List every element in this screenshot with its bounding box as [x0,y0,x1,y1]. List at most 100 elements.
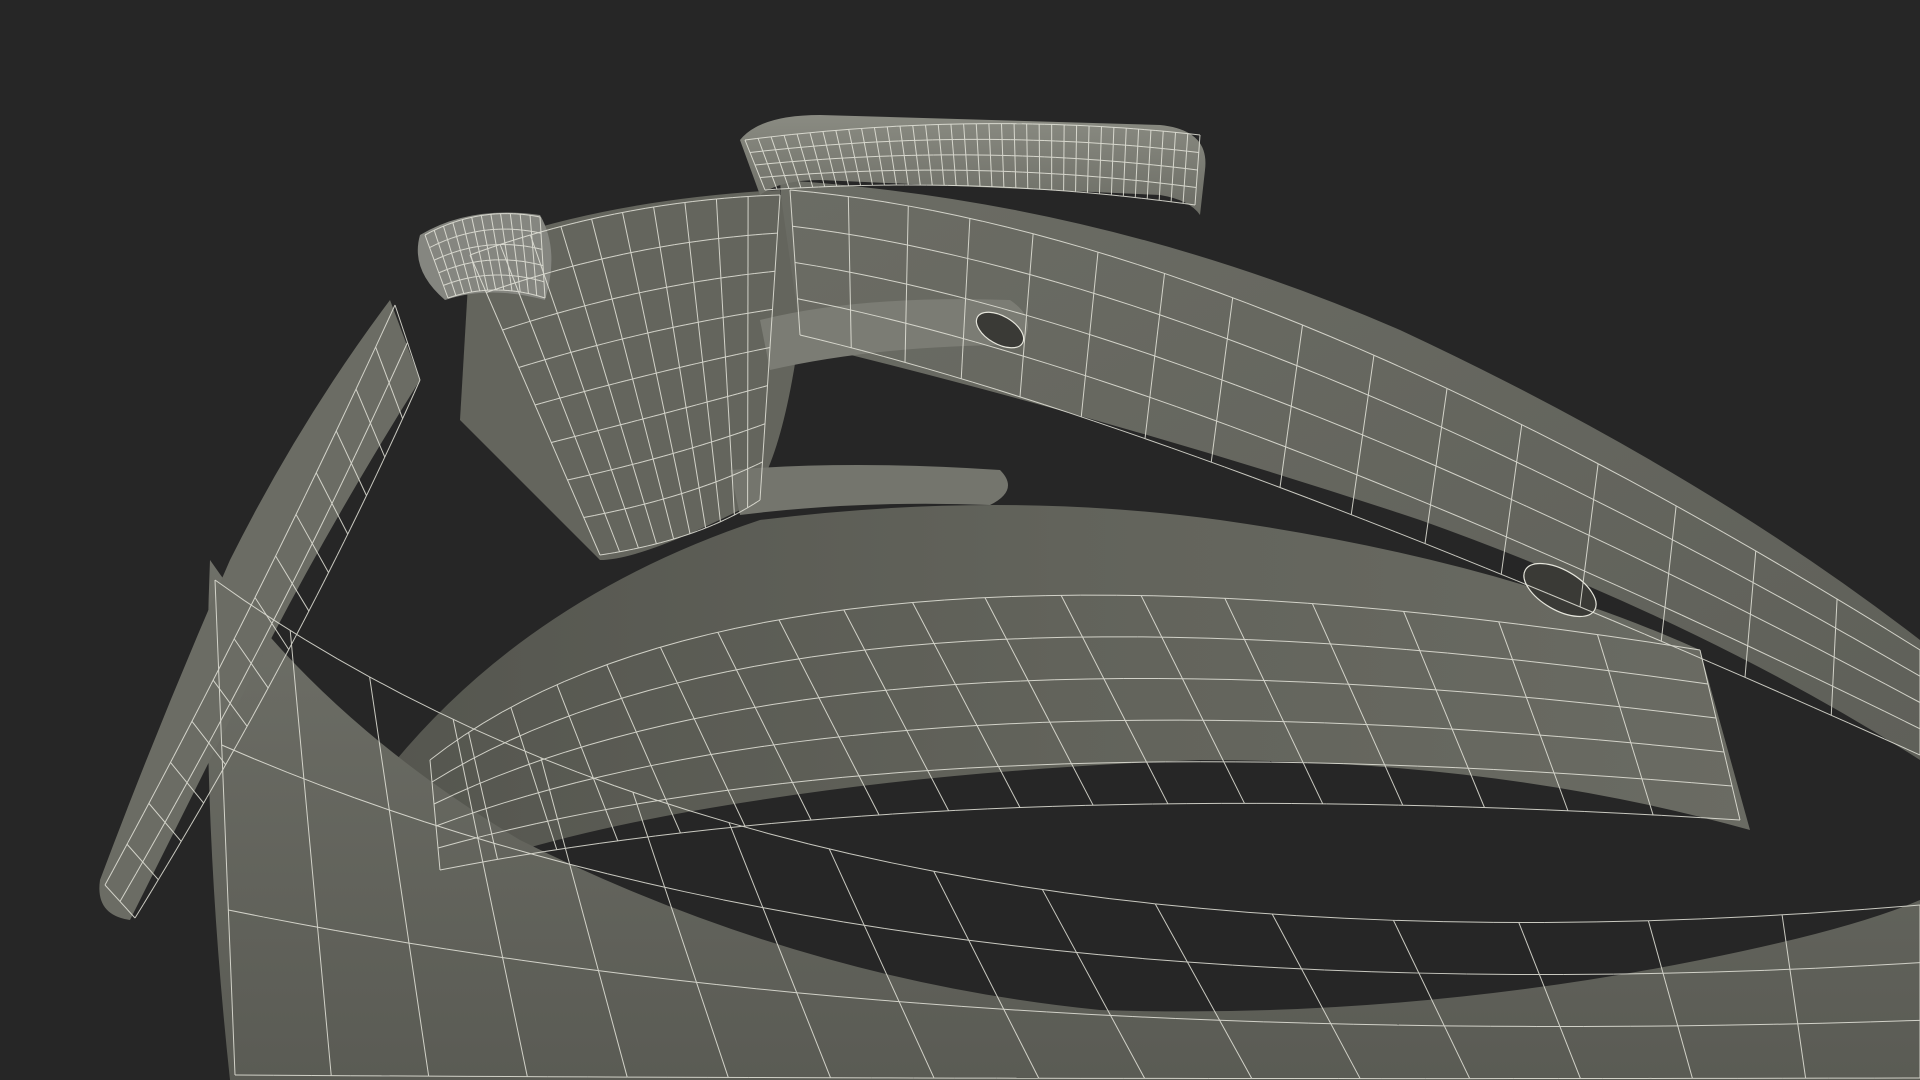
keeper-mesh-horizontal [467,232,471,234]
frame-mesh-horizontal [1022,187,1034,190]
keeper-mesh-horizontal [533,215,538,217]
plate-mesh-horizontal [740,196,749,198]
inner-mesh-horizontal [1097,761,1132,764]
keeper-mesh-horizontal [469,216,473,219]
frame-mesh-horizontal [1066,157,1078,160]
keeper-mesh-horizontal [468,247,472,249]
keeper-mesh-horizontal [539,248,543,250]
keeper-mesh-horizontal [534,263,538,265]
frame-mesh-horizontal [855,156,868,158]
keeper-mesh-horizontal [450,296,453,298]
frame-mesh-horizontal [1055,173,1067,176]
keeper-mesh-horizontal [457,294,460,296]
keeper-mesh-horizontal [539,296,543,298]
frame-mesh-horizontal [1022,171,1034,174]
frame-mesh-horizontal [884,125,897,128]
keeper-mesh-horizontal [470,231,474,234]
keeper-mesh-horizontal [532,294,536,296]
frame-mesh-horizontal [907,124,920,127]
frame-mesh-horizontal [1100,126,1112,128]
frame-mesh-horizontal [1077,141,1089,144]
keeper-mesh-horizontal [452,295,456,297]
keeper-mesh-horizontal [472,231,476,233]
keeper-mesh-horizontal [470,246,474,249]
frame-mesh-horizontal [873,126,885,129]
keeper-mesh-horizontal [462,292,465,295]
frame-mesh-horizontal [1088,142,1100,144]
keeper-mesh-horizontal [532,262,536,265]
plate-mesh-horizontal [762,233,771,235]
frame-mesh-horizontal [896,125,908,127]
frame-mesh-horizontal [1066,140,1078,143]
keeper-mesh-horizontal [535,231,539,234]
frame-mesh-horizontal [775,188,787,190]
keeper-mesh-horizontal [534,294,538,297]
keeper-mesh-horizontal [464,292,468,294]
keeper-mesh-horizontal [537,232,542,234]
keeper-mesh-horizontal [536,279,539,281]
keeper-mesh-horizontal [464,232,468,235]
frame-mesh-horizontal [864,141,876,144]
keeper-mesh-horizontal [536,247,540,250]
keeper-mesh-horizontal [525,292,528,294]
keeper-mesh-horizontal [461,233,465,236]
keeper-mesh-horizontal [459,293,463,295]
inner-mesh-horizontal [1215,719,1252,722]
render-viewport [0,0,1920,1080]
keeper-mesh-horizontal [461,263,465,266]
frame-mesh-horizontal [1044,156,1056,158]
keeper-mesh-horizontal [466,262,470,265]
keeper-mesh-horizontal [457,279,461,282]
frame-mesh-horizontal [1001,186,1013,189]
frame-mesh-horizontal [1033,172,1045,174]
keeper-mesh-horizontal [469,262,472,264]
keeper-mesh-horizontal [466,217,470,219]
keeper-mesh-horizontal [529,262,533,264]
frame-mesh-horizontal [825,171,837,174]
plate-mesh-horizontal [724,197,733,199]
keeper-mesh-horizontal [537,263,541,266]
frame-mesh-horizontal [1012,187,1024,189]
keeper-mesh-horizontal [462,248,466,251]
keeper-mesh-horizontal [460,278,464,281]
keeper-mesh-horizontal [464,263,467,265]
keeper-mesh-horizontal [533,278,537,281]
frame-mesh-horizontal [844,156,856,159]
frame-mesh-horizontal [1089,125,1101,128]
keeper-mesh-horizontal [530,278,534,280]
inner-mesh-horizontal [1326,803,1363,805]
inner-mesh-horizontal [1116,594,1154,597]
frame-mesh-horizontal [833,157,845,160]
frame-mesh-horizontal [786,187,798,190]
frame-mesh-horizontal [1077,124,1090,127]
keeper-mesh-horizontal [533,247,537,249]
keeper-mesh-horizontal [527,292,531,295]
front-mesh-horizontal [1544,921,1597,923]
frame-mesh-horizontal [814,172,826,175]
keeper-mesh-horizontal [529,293,533,295]
keeper-mesh-horizontal [528,277,532,280]
keeper-mesh-horizontal [530,246,534,249]
inner-mesh-horizontal [1119,803,1153,806]
inner-mesh-horizontal [1271,761,1308,764]
frame-mesh-horizontal [797,186,809,189]
frame-mesh-horizontal [1033,188,1045,191]
keeper-mesh-horizontal [537,295,541,297]
plate-mesh-horizontal [755,233,763,236]
frame-mesh-horizontal [1055,156,1067,159]
keeper-mesh-horizontal [536,215,541,218]
frame-mesh-horizontal [875,140,888,143]
keeper-mesh-horizontal [541,280,545,283]
keeper-mesh-horizontal [475,215,479,217]
frame-mesh-horizontal [1044,172,1056,175]
keeper-mesh-horizontal [540,264,544,267]
keeper-mesh-horizontal [456,265,460,267]
frame-mesh-horizontal [803,173,815,175]
keeper-mesh-horizontal [458,264,462,267]
keeper-mesh-horizontal [532,231,536,233]
keeper-mesh-horizontal [455,280,459,282]
keeper-mesh-horizontal [538,279,542,282]
plate-mesh-horizontal [732,196,741,199]
plate-mesh-horizontal [768,270,776,273]
plate-mesh-horizontal [740,234,749,237]
